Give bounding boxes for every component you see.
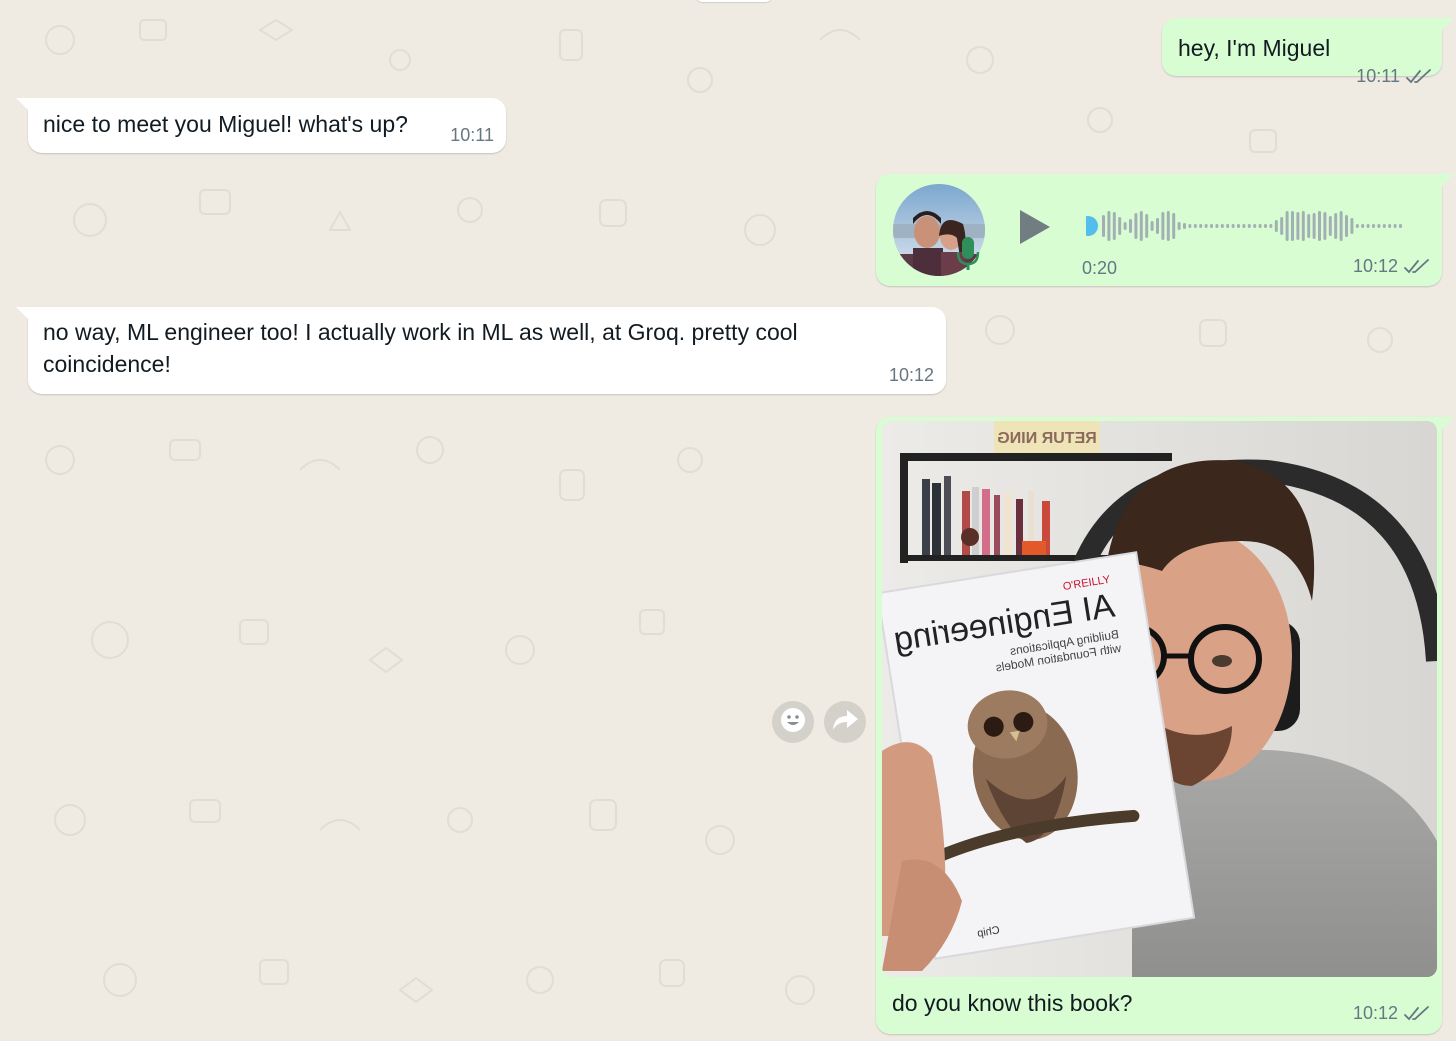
emoji-react-button[interactable] (772, 701, 814, 743)
play-icon[interactable] (1018, 208, 1052, 251)
bubble-tail (1440, 18, 1454, 32)
emoji-icon (779, 706, 807, 739)
waveform-bar (1264, 224, 1267, 228)
waveform-bar (1231, 224, 1235, 228)
waveform-bar (1399, 224, 1402, 228)
outgoing-message[interactable]: hey, I'm Miguel 10:11 (1162, 18, 1454, 86)
waveform-bar (1307, 214, 1311, 238)
waveform-bar (1210, 224, 1213, 228)
waveform-bar (1145, 214, 1149, 238)
bubble-tail (1440, 417, 1454, 431)
waveform-bar (1199, 224, 1203, 228)
waveform-bar (1350, 218, 1354, 234)
waveform-bar (1183, 223, 1186, 229)
previous-message-edge (695, 0, 773, 2)
waveform-bar (1134, 213, 1138, 239)
waveform-bar (1334, 213, 1338, 239)
waveform-bar (1188, 224, 1192, 228)
mic-icon (955, 236, 981, 277)
waveform-bar (1172, 213, 1176, 239)
waveform-bar (1345, 215, 1348, 237)
waveform-bar (1226, 224, 1230, 228)
waveform-bar (1393, 224, 1397, 228)
waveform-bar (1274, 220, 1278, 232)
double-check-icon (1406, 68, 1432, 85)
message-text: hey, I'm Miguel (1178, 35, 1331, 61)
voice-message[interactable]: 0:20 10:12 (876, 174, 1454, 286)
incoming-message[interactable]: nice to meet you Miguel! what's up? 10:1… (16, 98, 506, 153)
waveform-bar (1247, 224, 1251, 228)
message-time: 10:11 (1356, 66, 1400, 86)
message-text: nice to meet you Miguel! what's up? (43, 111, 408, 137)
message-time: 10:12 (1352, 256, 1398, 276)
message-meta: 10:11 (1356, 66, 1432, 87)
waveform-bar (1118, 217, 1122, 235)
waveform-bar (1139, 211, 1143, 241)
photo-caption: do you know this book? (892, 990, 1133, 1016)
double-check-icon (1404, 258, 1430, 275)
waveform-bar (1150, 221, 1154, 231)
waveform-bar (1339, 211, 1343, 241)
waveform-bar (1107, 211, 1111, 241)
waveform-bar (1237, 224, 1240, 228)
message-time: 10:11 (450, 125, 494, 145)
photo-message[interactable]: RETUR NING O'REILLY AI Engineering Build… (876, 417, 1454, 1034)
waveform-bar (1269, 224, 1273, 228)
poster-text: RETUR NING (997, 430, 1097, 447)
waveform-bar (1312, 213, 1316, 239)
waveform-bar (1166, 211, 1170, 241)
waveform-bar (1156, 218, 1159, 234)
waveform-bar (1129, 219, 1132, 233)
message-time: 10:12 (1352, 1003, 1398, 1023)
waveform-bar (1291, 211, 1294, 241)
waveform-bar (1388, 224, 1392, 228)
waveform-bar (1361, 224, 1365, 228)
bubble-tail (16, 98, 30, 112)
forward-button[interactable] (824, 701, 866, 743)
waveform-bar (1220, 224, 1224, 228)
waveform-bar (1323, 212, 1327, 240)
waveform-bar (1382, 224, 1386, 228)
waveform-bar (1253, 224, 1257, 228)
waveform-bar (1280, 217, 1284, 235)
double-check-icon (1404, 1005, 1430, 1022)
audio-waveform[interactable] (1086, 206, 1406, 246)
waveform-bar (1204, 224, 1208, 228)
waveform-bar (1318, 211, 1321, 241)
waveform-bar (1372, 224, 1375, 228)
voice-duration: 0:20 (1082, 258, 1118, 278)
message-meta: 10:12 (1353, 1003, 1430, 1024)
waveform-bar (1366, 224, 1370, 228)
bubble-tail (1440, 174, 1454, 188)
waveform-bar (1123, 222, 1127, 230)
message-meta: 10:12 (1353, 256, 1430, 277)
bubble-tail (16, 307, 30, 321)
waveform-bar (1112, 212, 1116, 240)
waveform-bar (1102, 215, 1105, 237)
waveform-bar (1161, 212, 1165, 240)
waveform-bar (1285, 211, 1289, 241)
waveform-bar (1355, 224, 1359, 228)
waveform-bar (1296, 212, 1300, 240)
incoming-message[interactable]: no way, ML engineer too! I actually work… (16, 307, 946, 394)
waveform-bar (1258, 224, 1262, 228)
waveform-bar (1377, 224, 1381, 228)
playhead-dot[interactable] (1086, 216, 1098, 236)
message-time: 10:12 (888, 365, 934, 385)
waveform-bar (1215, 224, 1219, 228)
waveform-bar (1193, 224, 1197, 228)
waveform-bar (1328, 216, 1332, 236)
waveform-bar (1242, 224, 1246, 228)
forward-icon (831, 708, 859, 737)
waveform-bar (1301, 211, 1305, 241)
waveform-bar (1177, 222, 1181, 230)
photo-attachment[interactable]: RETUR NING O'REILLY AI Engineering Build… (882, 421, 1437, 977)
message-text: no way, ML engineer too! I actually work… (43, 319, 798, 377)
